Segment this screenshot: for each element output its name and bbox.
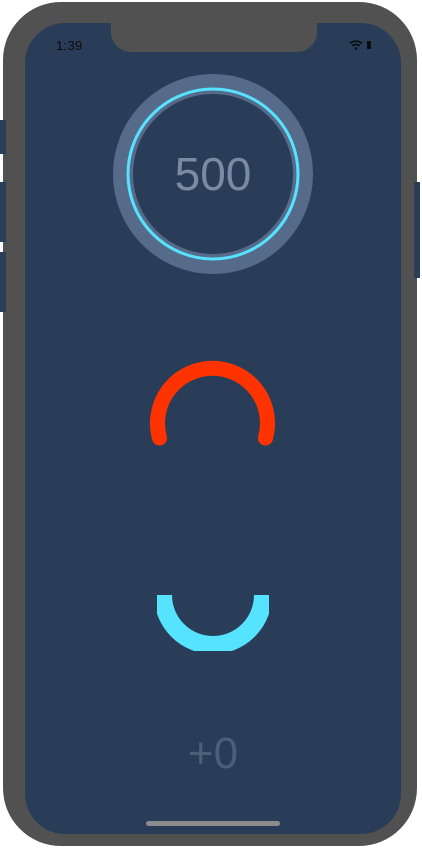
volume-down-button [0, 252, 6, 312]
bonus-counter: +0 [187, 729, 239, 778]
home-indicator[interactable] [146, 821, 280, 826]
mute-switch [0, 120, 6, 154]
score-value: 500 [174, 148, 252, 200]
battery-icon [367, 41, 371, 49]
status-time: 1:39 [56, 38, 83, 53]
power-button [414, 182, 420, 278]
volume-up-button [0, 182, 6, 242]
notch [111, 23, 317, 52]
phone-frame: 1:39 500 +0 [0, 2, 420, 846]
wifi-icon [349, 40, 363, 50]
red-arc-paddle[interactable] [145, 343, 280, 453]
app-screen[interactable]: 1:39 500 +0 [25, 23, 401, 834]
status-icons [349, 40, 371, 50]
cyan-bowl-catcher[interactable] [157, 591, 269, 651]
